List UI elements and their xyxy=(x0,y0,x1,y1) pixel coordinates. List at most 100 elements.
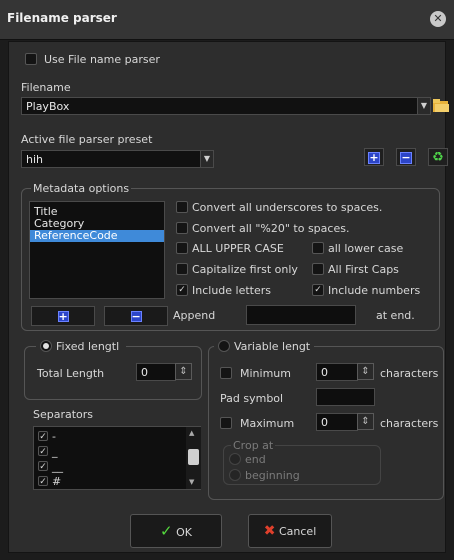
total-length-input[interactable]: 0 xyxy=(136,363,176,381)
maximum-input[interactable]: 0 xyxy=(316,413,358,431)
append-label: Append xyxy=(173,309,216,322)
crop-end-radio[interactable] xyxy=(229,453,241,465)
separators-scrollbar[interactable]: ▲ ▼ xyxy=(186,427,201,489)
at-end-label: at end. xyxy=(376,309,415,322)
separators-label: Separators xyxy=(33,408,94,421)
upper-case-label: ALL UPPER CASE xyxy=(192,242,284,255)
plus-icon: + xyxy=(57,309,69,323)
ok-label: OK xyxy=(176,526,192,539)
filename-value: PlayBox xyxy=(26,100,70,113)
window-title: Filename parser xyxy=(7,11,117,25)
browse-folder-button[interactable] xyxy=(432,96,450,114)
fixed-length-label: Fixed lengtl xyxy=(56,340,120,353)
minimum-checkbox[interactable] xyxy=(220,367,232,379)
cancel-x-icon: ✖ xyxy=(263,523,276,539)
maximum-checkbox[interactable] xyxy=(220,417,232,429)
include-numbers-label: Include numbers xyxy=(328,284,421,297)
minus-icon: − xyxy=(130,309,142,323)
close-button[interactable]: ✕ xyxy=(430,11,446,27)
capitalize-first-label: Capitalize first only xyxy=(192,263,298,276)
list-item: # xyxy=(52,475,62,488)
spinner-arrows-icon: ⇕ xyxy=(361,366,370,377)
crop-beginning-label: beginning xyxy=(245,469,300,482)
include-letters-checkbox[interactable]: ✓ xyxy=(176,284,188,296)
recycle-preset-button[interactable]: ♻ xyxy=(428,148,448,166)
scroll-down-icon[interactable]: ▼ xyxy=(189,478,194,486)
remove-field-button[interactable]: − xyxy=(104,306,168,326)
checkmark-icon: ✓ xyxy=(39,477,47,487)
scrollbar-thumb[interactable] xyxy=(188,449,199,465)
preset-combo[interactable]: hih xyxy=(21,150,214,168)
total-length-label: Total Length xyxy=(37,367,105,380)
list-item: __ xyxy=(52,460,63,473)
variable-length-radio[interactable] xyxy=(218,340,230,352)
metadata-options-legend: Metadata options xyxy=(31,182,132,195)
underscores-checkbox[interactable] xyxy=(176,201,188,213)
append-input[interactable] xyxy=(246,305,356,325)
list-item: - xyxy=(52,430,56,443)
scroll-up-icon[interactable]: ▲ xyxy=(189,429,194,437)
lower-case-label: all lower case xyxy=(328,242,404,255)
spinner-arrows-icon: ⇕ xyxy=(179,366,188,377)
add-field-button[interactable]: + xyxy=(31,306,95,326)
preset-dropdown-button[interactable]: ▼ xyxy=(200,151,213,167)
metadata-field-list[interactable]: Title Category ReferenceCode xyxy=(29,201,165,299)
percent20-checkbox[interactable] xyxy=(176,222,188,234)
total-length-spinner[interactable]: ⇕ xyxy=(175,363,192,380)
add-preset-button[interactable]: + xyxy=(364,148,384,166)
list-item[interactable]: ReferenceCode xyxy=(30,230,164,242)
underscores-label: Convert all underscores to spaces. xyxy=(192,201,383,214)
title-bar: Filename parser ✕ xyxy=(0,0,454,40)
fixed-length-radio[interactable] xyxy=(40,340,52,352)
folder-icon xyxy=(433,99,449,112)
checkmark-icon: ✓ xyxy=(178,285,186,295)
variable-length-label: Variable lengt xyxy=(234,340,311,353)
crop-at-legend: Crop at xyxy=(231,439,276,452)
minimum-input[interactable]: 0 xyxy=(316,363,358,381)
minimum-characters-label: characters xyxy=(380,367,439,380)
plus-icon: + xyxy=(368,151,380,164)
filename-dropdown-button[interactable]: ▼ xyxy=(417,98,430,114)
crop-end-label: end xyxy=(245,453,266,466)
filename-label: Filename xyxy=(21,81,71,94)
filename-combo[interactable]: PlayBox xyxy=(21,97,431,115)
lower-case-checkbox[interactable] xyxy=(312,242,324,254)
separator-checkbox[interactable]: ✓ xyxy=(38,476,48,487)
separators-list[interactable]: ✓ - ✓ _ ✓ __ ✓ # ▲ ▼ xyxy=(33,426,201,490)
capitalize-first-checkbox[interactable] xyxy=(176,263,188,275)
minus-icon: − xyxy=(400,151,412,164)
minimum-spinner[interactable]: ⇕ xyxy=(357,363,374,380)
cancel-label: Cancel xyxy=(278,525,317,538)
list-item: _ xyxy=(52,445,58,458)
all-first-caps-checkbox[interactable] xyxy=(312,263,324,275)
pad-symbol-label: Pad symbol xyxy=(220,392,284,405)
upper-case-checkbox[interactable] xyxy=(176,242,188,254)
minimum-label: Minimum xyxy=(240,367,291,380)
maximum-spinner[interactable]: ⇕ xyxy=(357,413,374,430)
separator-checkbox[interactable]: ✓ xyxy=(38,446,48,457)
separator-checkbox[interactable]: ✓ xyxy=(38,431,48,442)
preset-label: Active file parser preset xyxy=(21,133,153,146)
pad-symbol-input[interactable] xyxy=(316,388,375,406)
use-parser-label: Use File name parser xyxy=(44,53,160,66)
include-numbers-checkbox[interactable]: ✓ xyxy=(312,284,324,296)
chevron-down-icon: ▼ xyxy=(203,154,211,163)
crop-beginning-radio[interactable] xyxy=(229,469,241,481)
checkmark-icon: ✓ xyxy=(314,285,322,295)
checkmark-icon: ✓ xyxy=(39,462,47,472)
include-letters-label: Include letters xyxy=(192,284,272,297)
ok-button[interactable]: ✓ OK xyxy=(130,514,222,548)
separator-checkbox[interactable]: ✓ xyxy=(38,461,48,472)
checkmark-icon: ✓ xyxy=(39,447,47,457)
checkmark-icon: ✓ xyxy=(160,522,173,540)
remove-preset-button[interactable]: − xyxy=(396,148,416,166)
percent20-label: Convert all "%20" to spaces. xyxy=(192,222,350,235)
cancel-button[interactable]: ✖ Cancel xyxy=(248,514,332,548)
all-first-caps-label: All First Caps xyxy=(328,263,399,276)
use-parser-checkbox[interactable] xyxy=(25,53,37,65)
recycle-icon: ♻ xyxy=(432,150,444,165)
chevron-down-icon: ▼ xyxy=(420,101,428,110)
close-icon: ✕ xyxy=(433,12,443,25)
preset-value: hih xyxy=(26,153,43,166)
checkmark-icon: ✓ xyxy=(39,432,47,442)
